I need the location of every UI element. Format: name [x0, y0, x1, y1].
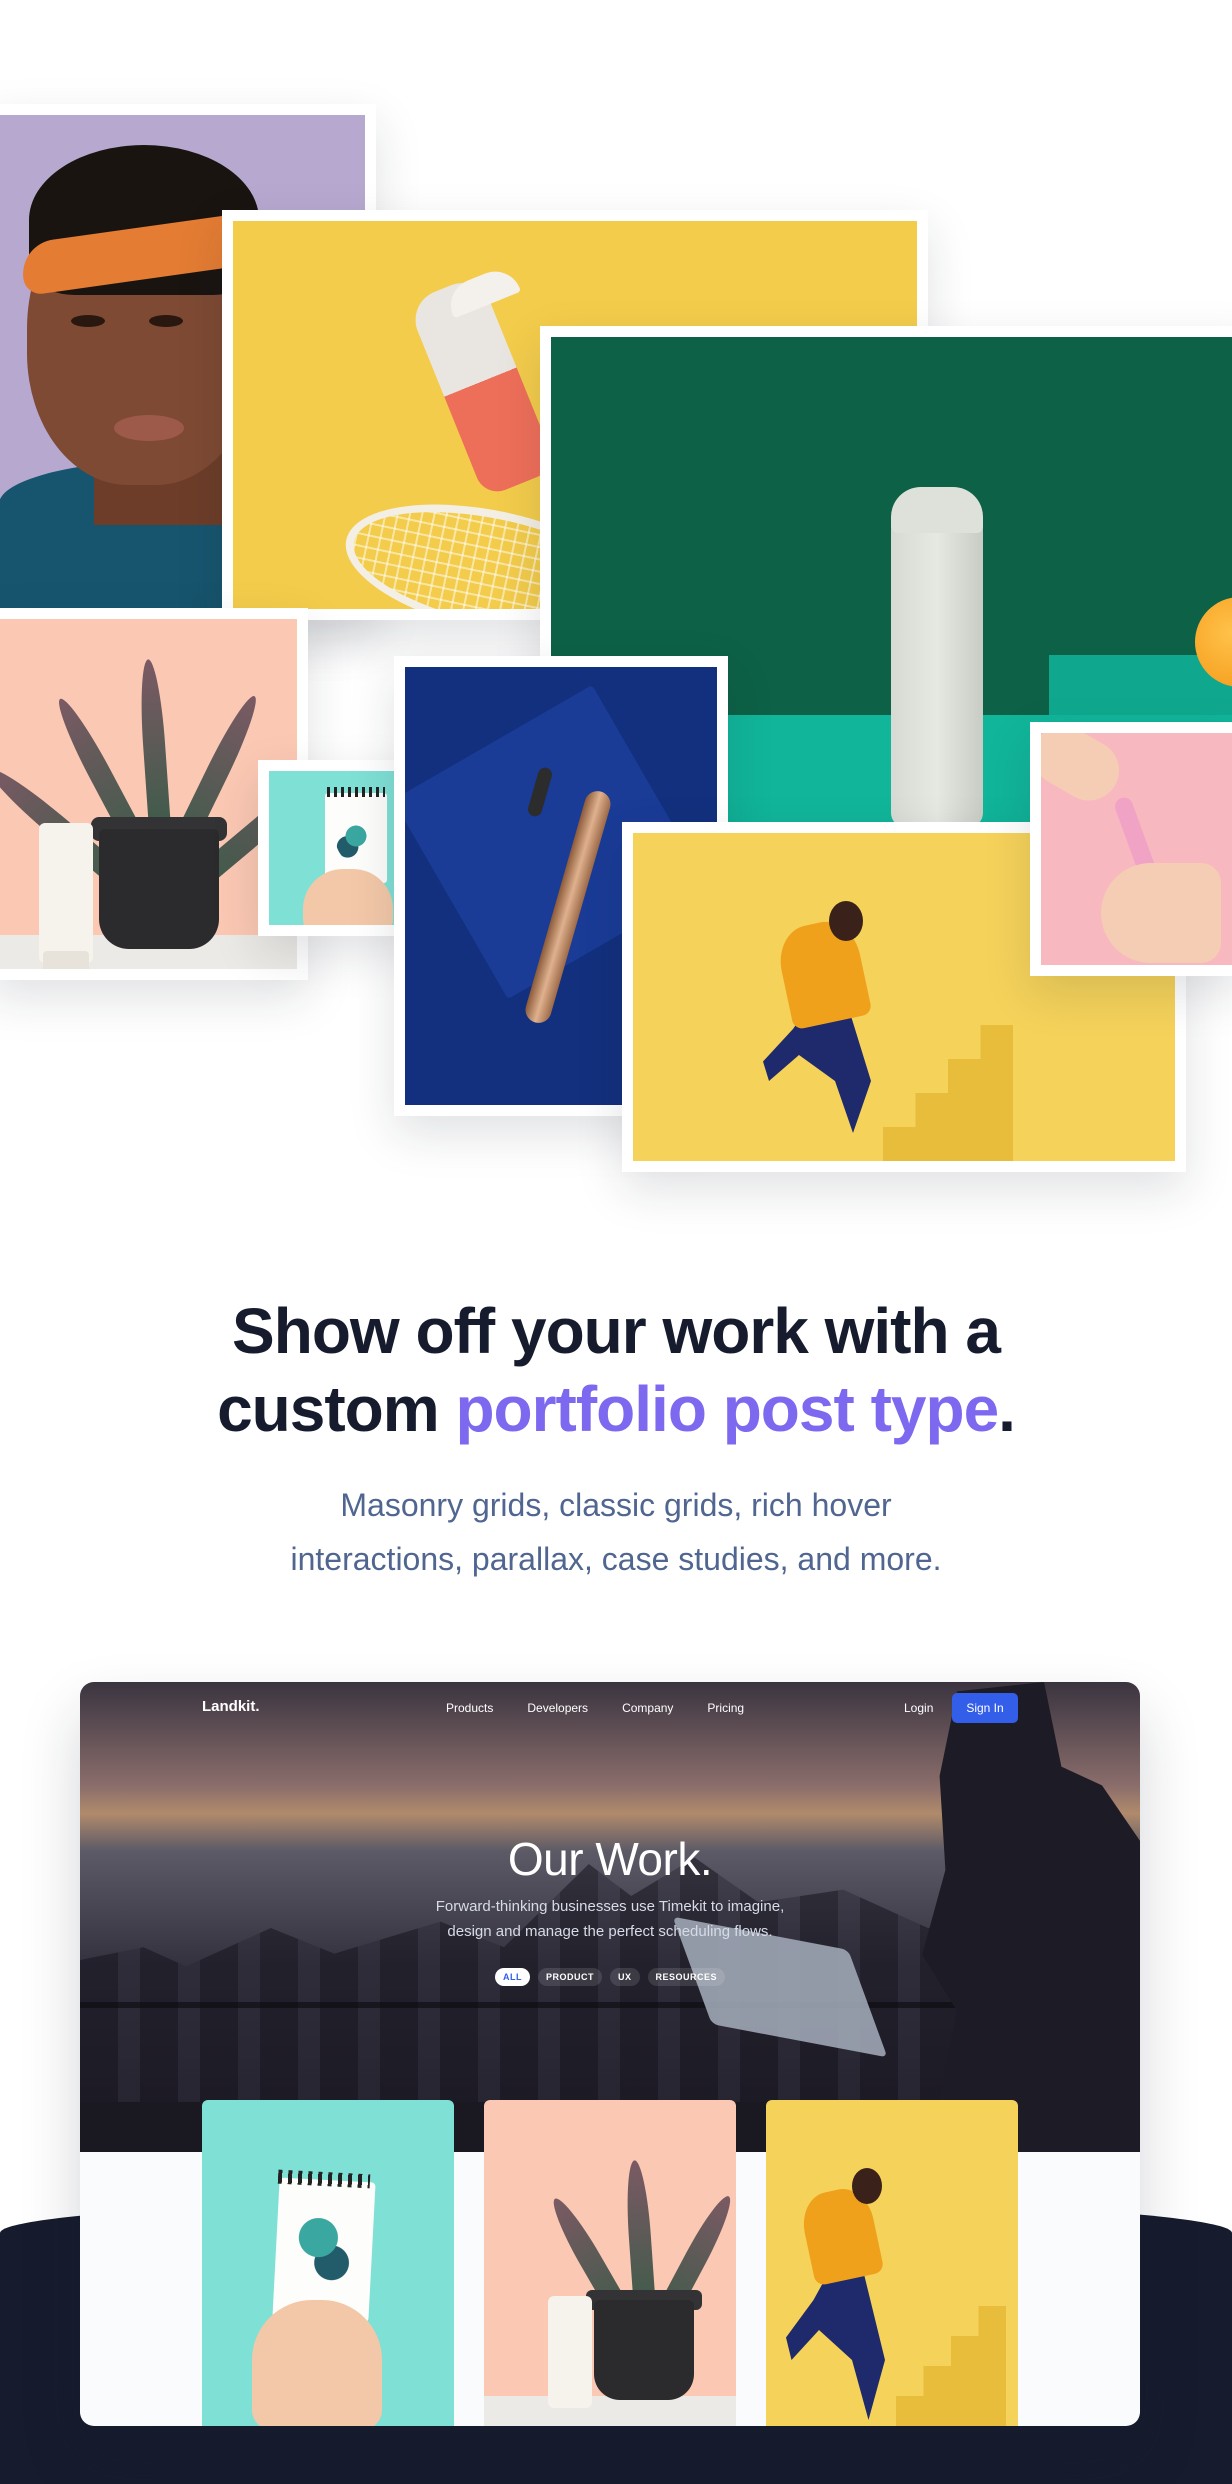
lead-line2: interactions, parallax, case studies, an… — [290, 1541, 942, 1577]
heading-line1: Show off your work with a — [232, 1295, 1001, 1367]
brand-logo[interactable]: Landkit. — [202, 1698, 260, 1715]
filter-all[interactable]: ALL — [494, 1968, 530, 1986]
portfolio-preview: Landkit. Products Developers Company Pri… — [80, 1682, 1140, 2426]
preview-subtitle: Forward-thinking businesses use Timekit … — [80, 1894, 1140, 1944]
nav-links: Products Developers Company Pricing — [446, 1701, 744, 1715]
toothbrush-pink-photo — [1030, 722, 1232, 976]
plant-image — [0, 619, 297, 969]
portfolio-card-runner[interactable] — [766, 2100, 1018, 2426]
nav-link-products[interactable]: Products — [446, 1701, 493, 1715]
heading-accent: portfolio post type — [455, 1373, 999, 1445]
heading-line2-start: custom — [217, 1373, 456, 1445]
nav-link-company[interactable]: Company — [622, 1701, 673, 1715]
page: Show off your work with a custom portfol… — [0, 0, 1232, 2484]
section-heading: Show off your work with a custom portfol… — [0, 1292, 1232, 1448]
login-link[interactable]: Login — [904, 1701, 933, 1715]
section-lead: Masonry grids, classic grids, rich hover… — [0, 1478, 1232, 1586]
toothbrush-pink-image — [1041, 733, 1232, 965]
filter-resources[interactable]: RESOURCES — [647, 1968, 726, 1986]
portfolio-card-plant[interactable] — [484, 2100, 736, 2426]
lead-line1: Masonry grids, classic grids, rich hover — [340, 1487, 892, 1523]
sign-in-button[interactable]: Sign In — [952, 1693, 1018, 1723]
heading-period: . — [998, 1373, 1016, 1445]
preview-navbar: Landkit. Products Developers Company Pri… — [80, 1682, 1140, 1738]
preview-hero: Landkit. Products Developers Company Pri… — [80, 1682, 1140, 2152]
preview-subtitle-line2: design and manage the perfect scheduling… — [447, 1923, 773, 1940]
preview-title: Our Work. — [507, 1833, 713, 1885]
filter-ux[interactable]: UX — [609, 1968, 640, 1986]
portfolio-card-notebook[interactable] — [202, 2100, 454, 2426]
preview-subtitle-line1: Forward-thinking businesses use Timekit … — [435, 1898, 785, 1915]
nav-link-developers[interactable]: Developers — [527, 1701, 588, 1715]
filter-product[interactable]: PRODUCT — [537, 1968, 602, 1986]
nav-link-pricing[interactable]: Pricing — [707, 1701, 744, 1715]
filter-pills: ALL PRODUCT UX RESOURCES — [80, 1968, 1140, 1986]
